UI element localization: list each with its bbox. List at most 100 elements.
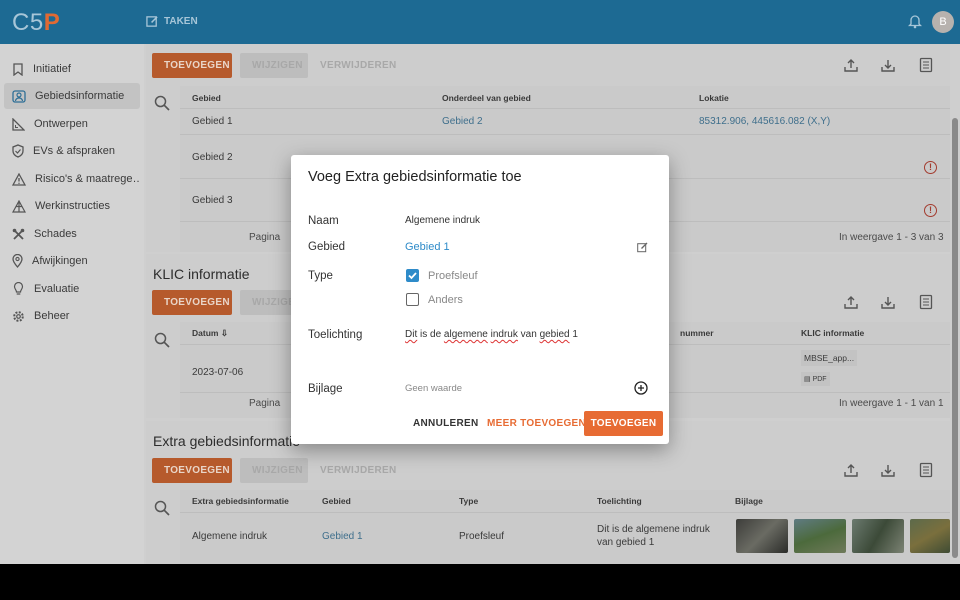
search-icon[interactable] [154, 95, 170, 111]
cell-toelichting: van gebied 1 [597, 537, 655, 548]
column-header[interactable]: nummer [680, 328, 714, 338]
cell-gebied-link[interactable]: Gebied 1 [322, 531, 363, 542]
upload-icon[interactable] [843, 462, 859, 478]
columns-icon[interactable] [918, 57, 934, 73]
sidebar-item-afwijkingen[interactable]: Afwijkingen [4, 248, 140, 274]
ruler-triangle-icon [12, 117, 25, 131]
upload-icon[interactable] [843, 57, 859, 73]
download-icon[interactable] [880, 462, 896, 478]
location-icon [12, 254, 23, 268]
attachment-thumbnail[interactable] [736, 519, 788, 553]
cell-toelichting: Dit is de algemene indruk [597, 524, 710, 535]
proefsleuf-checkbox[interactable] [406, 269, 419, 282]
top-bar: C5P TAKEN B [0, 0, 960, 44]
add-extra-info-dialog: Voeg Extra gebiedsinformatie toe Naam Al… [291, 155, 669, 444]
cell-gebied: Gebied 2 [192, 152, 233, 163]
attachment-thumbnail[interactable] [910, 519, 950, 553]
proefsleuf-label[interactable]: Proefsleuf [428, 270, 478, 282]
add-more-button[interactable]: MEER TOEVOEGEN [487, 418, 586, 429]
add-circle-icon[interactable] [634, 381, 648, 395]
download-icon[interactable] [880, 57, 896, 73]
column-header[interactable]: KLIC informatie [801, 328, 864, 338]
submit-button[interactable]: TOEVOEGEN [584, 411, 663, 436]
edit-icon[interactable] [637, 242, 648, 253]
sidebar-item-label: Gebiedsinformatie [35, 90, 125, 102]
sidebar-item-schades[interactable]: Schades [4, 221, 140, 247]
cell-onderdeel-link[interactable]: Gebied 2 [442, 116, 483, 127]
attachment-thumbnail[interactable] [794, 519, 846, 553]
column-header[interactable]: Toelichting [597, 496, 642, 506]
column-header[interactable]: Bijlage [735, 496, 763, 506]
taken-label: TAKEN [164, 16, 198, 27]
edit-gebied-button[interactable]: WIJZIGEN [240, 53, 308, 78]
gebied-field-link[interactable]: Gebied 1 [405, 241, 450, 253]
sidebar-item-evs-afspraken[interactable]: EVs & afspraken [4, 138, 140, 164]
app-logo[interactable]: C5P [12, 9, 60, 37]
user-avatar[interactable]: B [932, 11, 954, 33]
error-icon[interactable]: ! [924, 161, 937, 174]
delete-gebied-button[interactable]: VERWIJDEREN [320, 53, 396, 78]
sidebar-item-gebiedsinformatie[interactable]: Gebiedsinformatie [4, 83, 140, 109]
cell-datum: 2023-07-06 [192, 367, 244, 378]
cancel-button[interactable]: ANNULEREN [413, 418, 478, 429]
type-label: Type [308, 270, 333, 282]
sidebar-item-label: Schades [34, 228, 77, 240]
column-header[interactable]: Type [459, 496, 478, 506]
app-window: C5P TAKEN B Initiatief Gebiedsinformatie… [0, 0, 960, 564]
column-header[interactable]: Onderdeel van gebied [442, 93, 531, 103]
add-gebied-button[interactable]: TOEVOEGEN [152, 53, 232, 78]
anders-checkbox[interactable] [406, 293, 419, 306]
dialog-title: Voeg Extra gebiedsinformatie toe [308, 169, 522, 185]
column-header[interactable]: Gebied [192, 93, 221, 103]
add-extra-button[interactable]: TOEVOEGEN [152, 458, 232, 483]
toelichting-field[interactable]: Dit is de algemene indruk van gebied 1 [405, 329, 578, 340]
columns-icon[interactable] [918, 462, 934, 478]
add-klic-button[interactable]: TOEVOEGEN [152, 290, 232, 315]
main-scrollbar[interactable] [952, 118, 958, 558]
column-header[interactable]: Lokatie [699, 93, 729, 103]
sidebar-item-label: Afwijkingen [32, 255, 88, 267]
column-header[interactable]: Extra gebiedsinformatie [192, 496, 289, 506]
sidebar-item-label: Werkinstructies [35, 200, 110, 212]
gear-icon [13, 310, 24, 322]
pagination-label: Pagina [249, 232, 281, 243]
sort-arrow-icon: ⇩ [220, 328, 228, 338]
lightbulb-icon [13, 282, 24, 295]
network-icon [12, 199, 26, 213]
columns-icon[interactable] [918, 294, 934, 310]
cell-type: Proefsleuf [459, 531, 505, 542]
range-text: In weergave 1 - 1 van 1 [839, 398, 944, 409]
naam-field[interactable]: Algemene indruk [405, 215, 480, 226]
anders-label[interactable]: Anders [428, 294, 463, 306]
error-icon[interactable]: ! [924, 204, 937, 217]
sidebar-item-risicos[interactable]: Risico's & maatrege… [4, 166, 140, 192]
edit-extra-button[interactable]: WIJZIGEN [240, 458, 308, 483]
cell-lokatie-link[interactable]: 85312.906, 445616.082 (X,Y) [699, 116, 830, 127]
taken-button[interactable]: TAKEN [146, 15, 198, 28]
sidebar-item-label: Initiatief [33, 63, 71, 75]
sidebar-item-evaluatie[interactable]: Evaluatie [4, 276, 140, 302]
pdf-chip[interactable]: ▤ PDF [801, 372, 830, 386]
attachment-thumbnail[interactable] [852, 519, 904, 553]
sidebar-item-ontwerpen[interactable]: Ontwerpen [4, 111, 140, 137]
toelichting-label: Toelichting [308, 329, 363, 341]
attachment-chip[interactable]: MBSE_app... [801, 350, 858, 366]
download-icon[interactable] [880, 294, 896, 310]
sidebar-item-beheer[interactable]: Beheer [4, 303, 140, 329]
range-text: In weergave 1 - 3 van 3 [839, 232, 944, 243]
pagination-label: Pagina [249, 398, 281, 409]
bell-icon[interactable] [908, 13, 922, 29]
column-header[interactable]: Datum ⇩ [192, 328, 228, 339]
search-icon[interactable] [154, 332, 170, 348]
sidebar-item-label: Ontwerpen [34, 118, 88, 130]
upload-icon[interactable] [843, 294, 859, 310]
section-title: Extra gebiedsinformatie [153, 433, 301, 449]
search-icon[interactable] [154, 500, 170, 516]
sidebar-item-initiatief[interactable]: Initiatief [4, 56, 140, 82]
column-header[interactable]: Gebied [322, 496, 351, 506]
delete-extra-button[interactable]: VERWIJDEREN [320, 458, 396, 483]
map-user-icon [12, 89, 26, 103]
sidebar-item-werkinstructies[interactable]: Werkinstructies [4, 193, 140, 219]
sidebar-item-label: Beheer [34, 310, 70, 322]
bottom-bar [0, 564, 960, 600]
